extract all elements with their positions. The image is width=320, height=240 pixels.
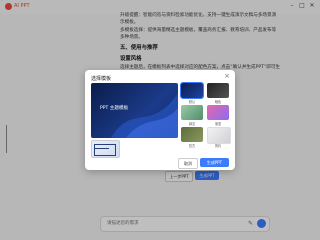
template-label: 暗色: [214, 100, 222, 104]
template-thumb-green[interactable]: [181, 105, 203, 120]
cancel-button[interactable]: 取消: [178, 158, 198, 169]
template-dialog: 选择模板 × PPT 主题模板 默认 暗色 绿意 渐变 复古 简约 取消 生成P…: [85, 70, 235, 170]
dialog-title: 选择模板: [91, 76, 112, 82]
preview-thumbnail-line: [95, 148, 109, 149]
confirm-generate-button[interactable]: 生成PPT: [200, 158, 229, 167]
template-label: 渐变: [214, 122, 222, 126]
template-label: 默认: [188, 100, 196, 104]
template-preview: PPT 主题模板: [91, 83, 178, 138]
template-thumb-retro[interactable]: [181, 127, 203, 142]
template-label: 绿意: [188, 122, 196, 126]
template-label: 简约: [214, 144, 222, 148]
preview-thumbnail-frame: [94, 144, 116, 156]
preview-title: PPT 主题模板: [100, 106, 129, 111]
template-thumb-default[interactable]: [180, 82, 204, 99]
template-thumb-dark[interactable]: [207, 83, 229, 98]
template-label: 复古: [188, 144, 196, 148]
close-icon[interactable]: ×: [224, 73, 230, 80]
template-thumb-simple[interactable]: [207, 127, 231, 144]
template-thumb-gradient[interactable]: [207, 105, 229, 120]
preview-thumbnail[interactable]: [91, 140, 120, 158]
